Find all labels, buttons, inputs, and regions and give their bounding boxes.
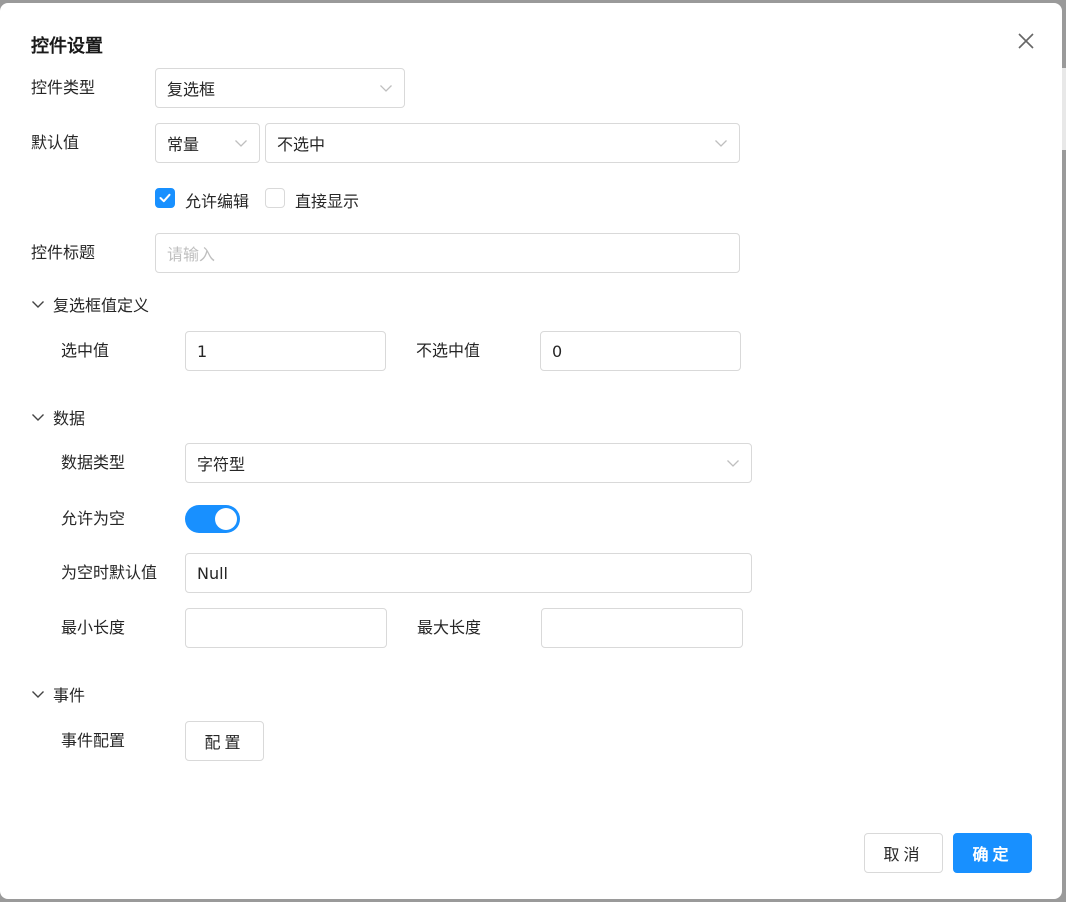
control-type-select[interactable]: 复选框 [155,68,405,108]
empty-default-value: Null [197,563,228,583]
close-icon [1018,33,1034,49]
default-value-label: 默认值 [31,133,80,152]
direct-display-checkbox[interactable] [265,188,285,208]
chevron-down-icon [727,460,739,467]
default-value-value: 不选中 [277,135,326,154]
max-length-input[interactable] [541,608,743,648]
data-section-header[interactable]: 数据 [31,405,85,429]
confirm-button[interactable]: 确定 [953,833,1032,873]
checked-value: 1 [197,341,208,361]
allow-empty-label: 允许为空 [61,509,126,528]
empty-default-label: 为空时默认值 [61,563,158,582]
allow-edit-label[interactable]: 允许编辑 [185,188,249,212]
chevron-down-icon [32,301,44,308]
checkbox-values-section-header[interactable]: 复选框值定义 [31,292,149,316]
chevron-down-icon [32,414,44,421]
chevron-down-icon [235,140,247,147]
min-length-input[interactable] [185,608,387,648]
data-section-title: 数据 [53,409,86,428]
data-type-select[interactable]: 字符型 [185,443,752,483]
chevron-down-icon [715,140,727,147]
events-section-title: 事件 [53,686,86,705]
control-type-value: 复选框 [167,80,216,99]
empty-default-input[interactable]: Null [185,553,752,593]
max-length-label: 最大长度 [417,618,482,637]
checkmark-icon [159,193,171,203]
cancel-button[interactable]: 取消 [864,833,943,873]
data-type-label: 数据类型 [61,453,126,472]
min-length-label: 最小长度 [61,618,126,637]
unchecked-value-input[interactable]: 0 [540,331,741,371]
event-config-label: 事件配置 [61,731,126,750]
dialog-title: 控件设置 [31,36,103,57]
checked-value-label: 选中值 [61,341,110,360]
checked-value-input[interactable]: 1 [185,331,386,371]
chevron-down-icon [380,85,392,92]
default-value-mode: 常量 [167,135,200,154]
control-settings-dialog: 控件设置 控件类型 复选框 默认值 常量 不选中 允许编辑 直接显示 控件标题 … [0,3,1062,899]
default-value-mode-select[interactable]: 常量 [155,123,260,163]
events-section-header[interactable]: 事件 [31,682,85,706]
background-page-peek [1062,68,1066,150]
unchecked-value: 0 [552,341,563,361]
chevron-down-icon [32,691,44,698]
allow-empty-switch[interactable] [185,505,240,533]
switch-knob [215,508,237,530]
default-value-select[interactable]: 不选中 [265,123,740,163]
checkbox-values-section-title: 复选框值定义 [53,296,150,315]
direct-display-label[interactable]: 直接显示 [295,188,359,212]
event-config-button[interactable]: 配置 [185,721,264,761]
control-title-input[interactable]: 请输入 [155,233,740,273]
close-button[interactable] [1012,27,1040,55]
allow-edit-checkbox[interactable] [155,188,175,208]
control-title-label: 控件标题 [31,243,96,262]
control-type-label: 控件类型 [31,78,96,97]
data-type-value: 字符型 [197,455,246,474]
unchecked-value-label: 不选中值 [416,341,481,360]
control-title-placeholder: 请输入 [167,245,216,264]
